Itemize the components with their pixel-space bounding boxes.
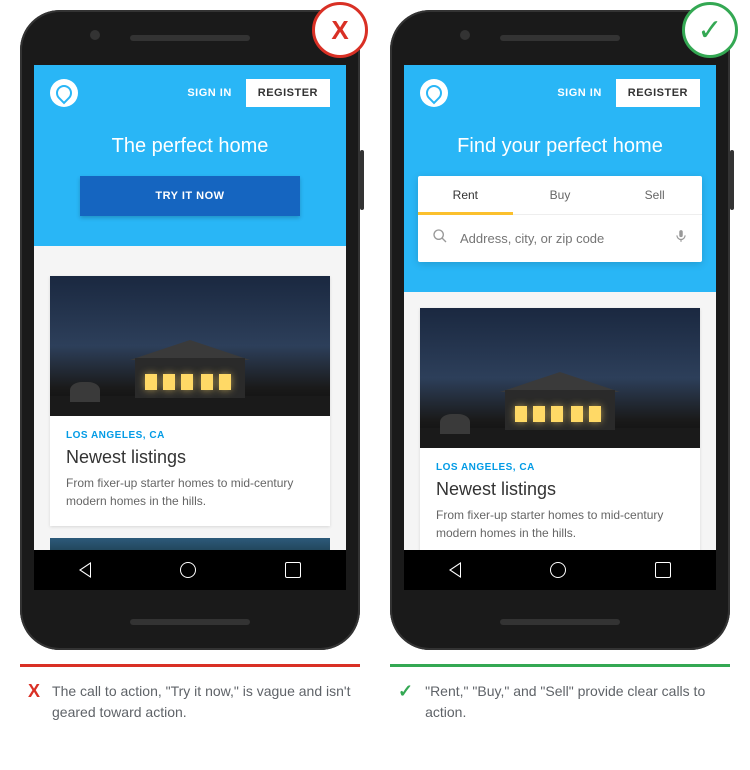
check-icon: ✓ (697, 13, 722, 48)
search-icon (432, 228, 448, 249)
nav-back-icon[interactable] (449, 562, 461, 578)
good-caption: ✓ "Rent," "Buy," and "Sell" provide clea… (390, 667, 730, 723)
android-navbar (34, 550, 346, 590)
search-input[interactable] (460, 231, 662, 246)
nav-back-icon[interactable] (79, 562, 91, 578)
listing-card[interactable]: LOS ANGELES, CA Newest listings From fix… (420, 308, 700, 550)
bad-badge: X (312, 2, 368, 58)
app-logo[interactable] (420, 79, 448, 107)
listing-card[interactable]: LOS ANGELES, CA Newest listings From fix… (50, 276, 330, 526)
register-button[interactable]: REGISTER (246, 79, 330, 107)
signin-link[interactable]: SIGN IN (557, 87, 601, 99)
x-icon: X (28, 681, 40, 723)
android-navbar (404, 550, 716, 590)
phone-screen: SIGN IN REGISTER The perfect home TRY IT… (34, 65, 346, 590)
listing-description: From fixer-up starter homes to mid-centu… (436, 506, 684, 542)
nav-home-icon[interactable] (180, 562, 196, 578)
listing-image (420, 308, 700, 448)
try-it-now-button[interactable]: TRY IT NOW (80, 176, 300, 216)
hero-section: SIGN IN REGISTER Find your perfect home … (404, 65, 716, 292)
bad-example: X SIGN IN REGISTER (20, 10, 360, 723)
good-example: ✓ SIGN IN REGISTER (390, 10, 730, 723)
phone-frame: SIGN IN REGISTER Find your perfect home … (390, 10, 730, 650)
hero-headline: The perfect home (50, 135, 330, 158)
nav-recent-icon[interactable] (655, 562, 671, 578)
bad-caption: X The call to action, "Try it now," is v… (20, 667, 360, 723)
hero-section: SIGN IN REGISTER The perfect home TRY IT… (34, 65, 346, 266)
signin-link[interactable]: SIGN IN (187, 87, 231, 99)
listing-title: Newest listings (66, 447, 314, 468)
mic-icon[interactable] (674, 227, 688, 250)
nav-recent-icon[interactable] (285, 562, 301, 578)
listing-image (50, 276, 330, 416)
good-badge: ✓ (682, 2, 738, 58)
listing-location: LOS ANGELES, CA (66, 430, 314, 441)
bad-caption-text: The call to action, "Try it now," is vag… (52, 681, 352, 723)
phone-frame: SIGN IN REGISTER The perfect home TRY IT… (20, 10, 360, 650)
listing-title: Newest listings (436, 479, 684, 500)
listing-location: LOS ANGELES, CA (436, 462, 684, 473)
listing-description: From fixer-up starter homes to mid-centu… (66, 474, 314, 510)
app-logo[interactable] (50, 79, 78, 107)
hero-headline: Find your perfect home (420, 135, 700, 158)
next-card-peek (50, 538, 330, 550)
nav-home-icon[interactable] (550, 562, 566, 578)
tab-sell[interactable]: Sell (607, 176, 702, 214)
register-button[interactable]: REGISTER (616, 79, 700, 107)
good-caption-text: "Rent," "Buy," and "Sell" provide clear … (425, 681, 722, 723)
check-icon: ✓ (398, 681, 413, 723)
x-icon: X (331, 15, 348, 46)
comparison-container: X SIGN IN REGISTER (10, 10, 740, 723)
phone-screen: SIGN IN REGISTER Find your perfect home … (404, 65, 716, 590)
tab-rent[interactable]: Rent (418, 176, 513, 214)
search-box: Rent Buy Sell (418, 176, 702, 262)
tab-buy[interactable]: Buy (513, 176, 608, 214)
